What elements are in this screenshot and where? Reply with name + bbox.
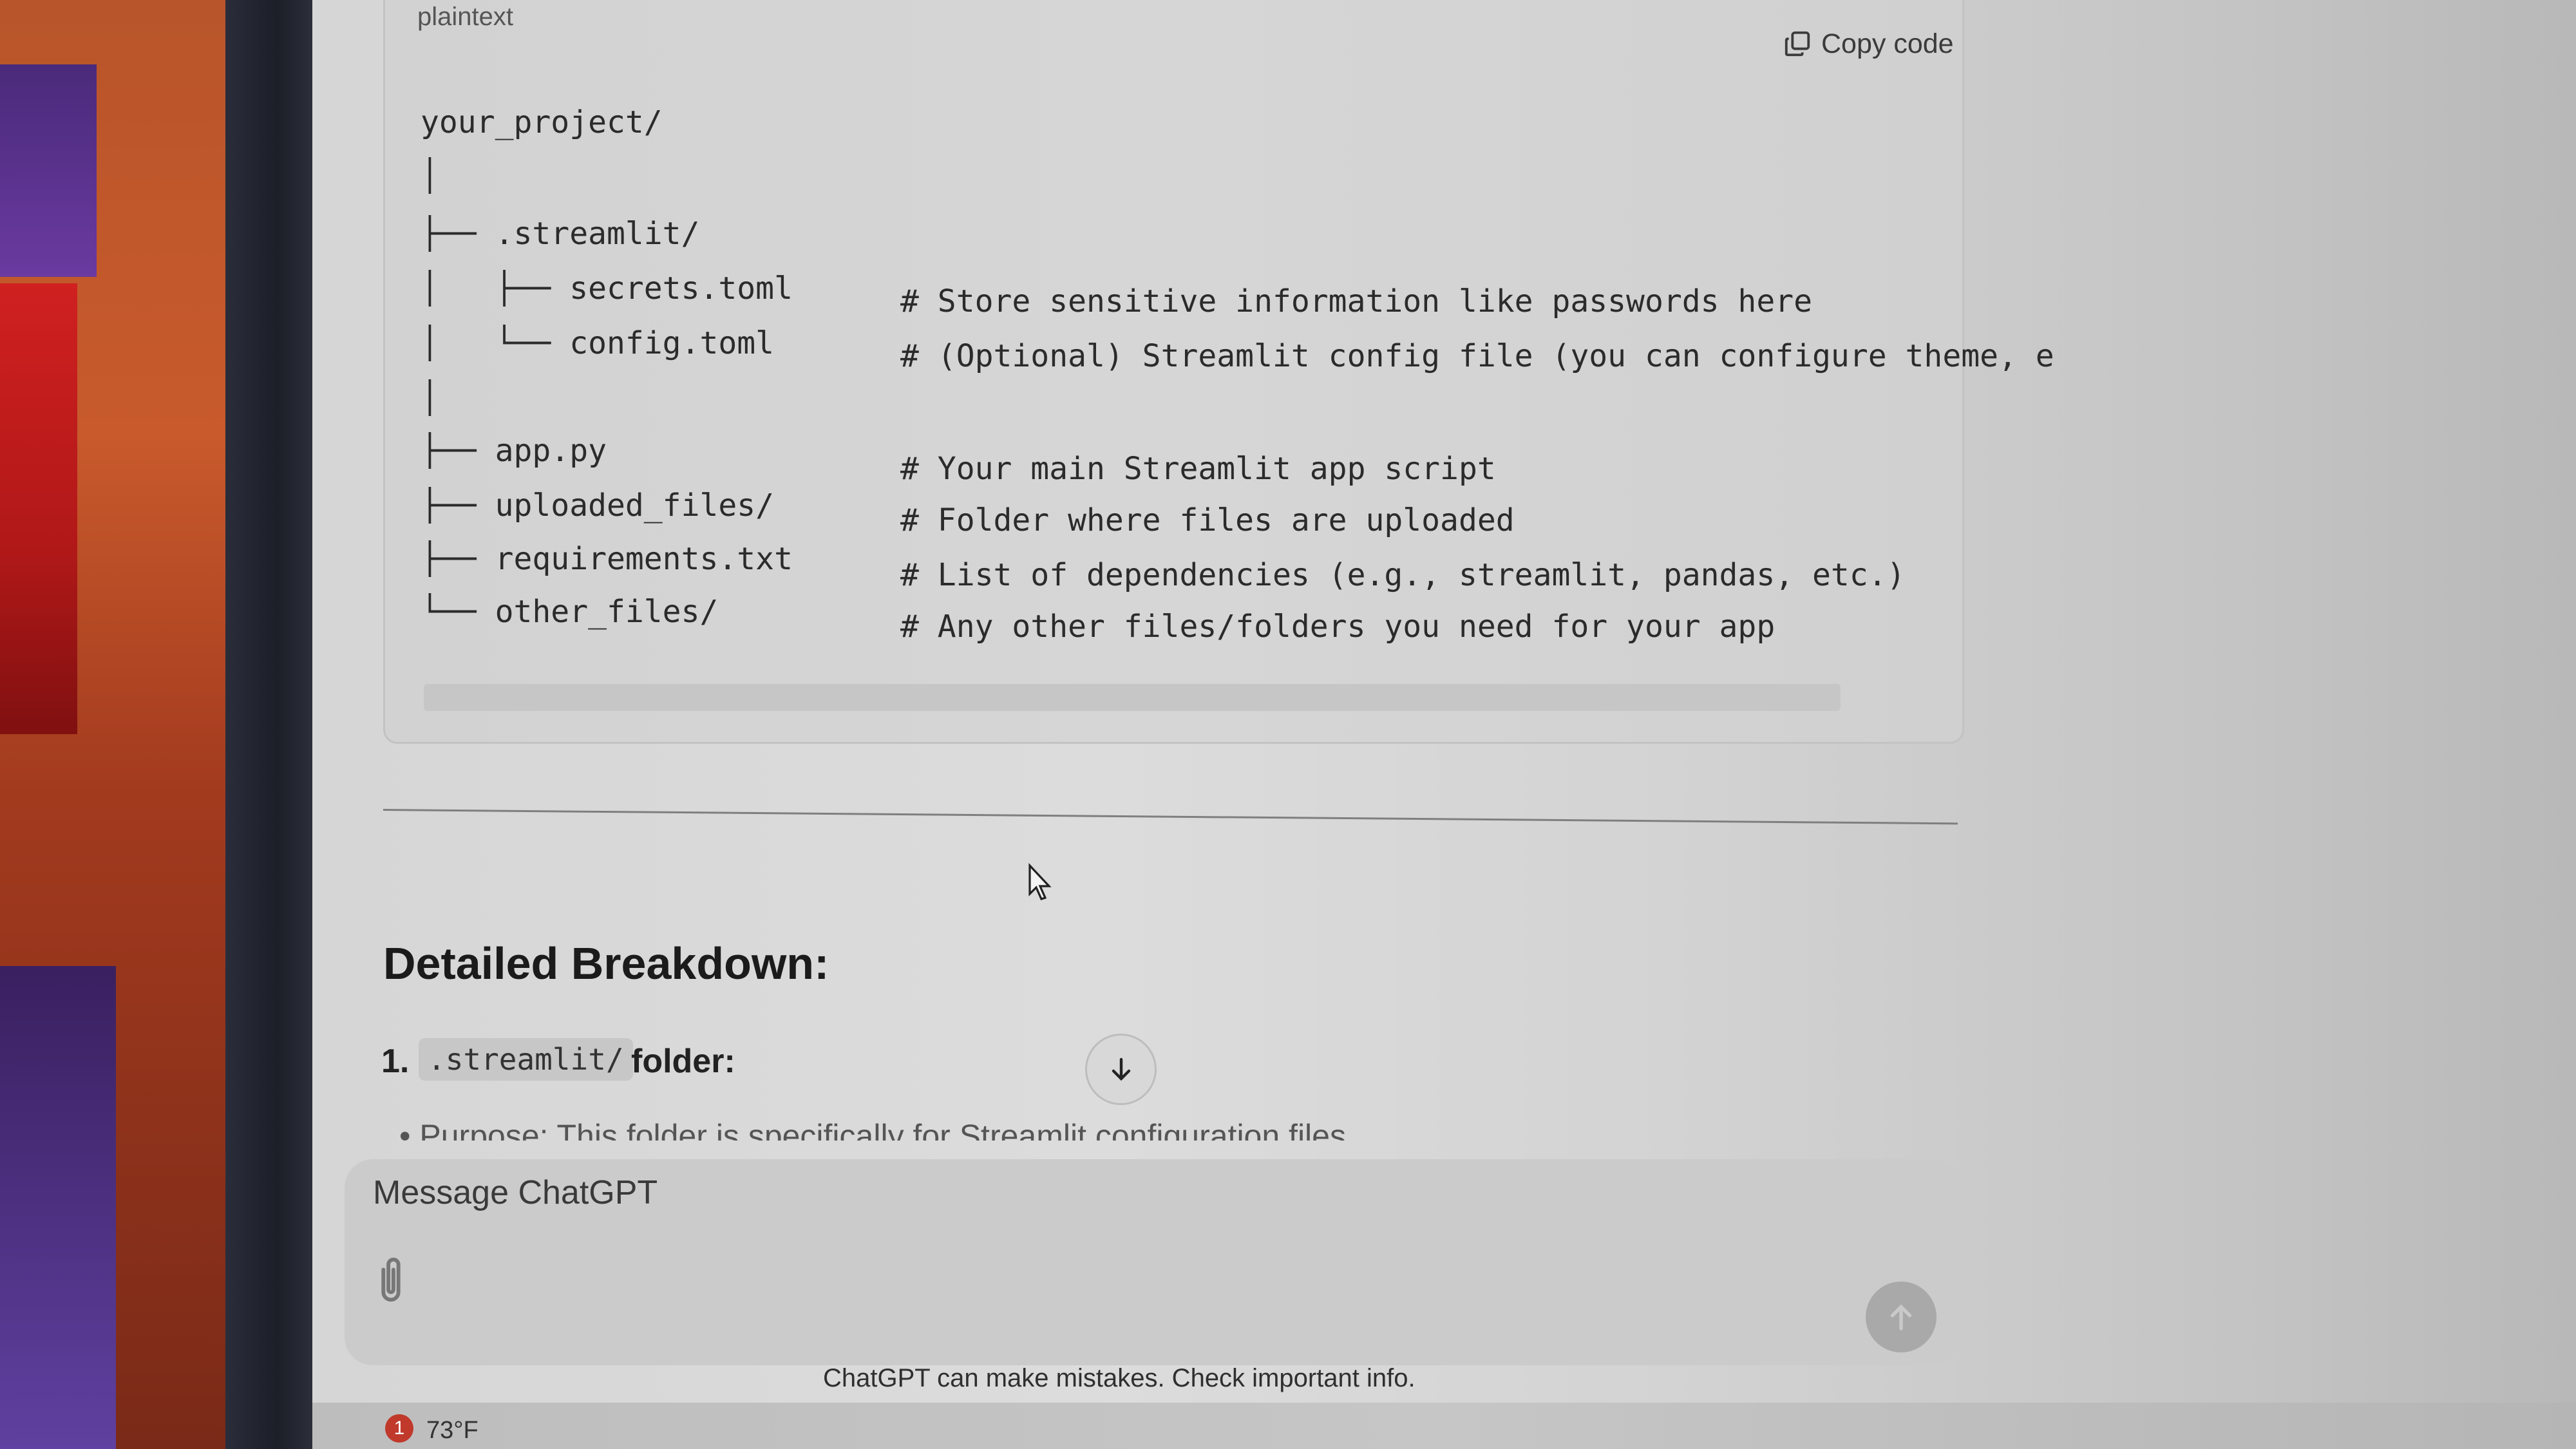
- copy-icon: [1785, 31, 1810, 57]
- code-line: ├── uploaded_files/: [421, 488, 775, 524]
- notification-badge[interactable]: 1: [385, 1414, 413, 1443]
- background-book-stripe: [0, 64, 97, 277]
- monitor-bezel: [225, 0, 312, 1449]
- background-book-bottom: [0, 966, 116, 1449]
- section-heading: Detailed Breakdown:: [383, 938, 829, 989]
- arrow-up-icon: [1890, 1304, 1912, 1331]
- code-language-label: plaintext: [417, 3, 513, 31]
- code-line: ├── requirements.txt: [421, 541, 793, 577]
- code-comment: # Your main Streamlit app script: [900, 451, 1496, 487]
- send-button[interactable]: [1866, 1282, 1937, 1352]
- code-comment: # (Optional) Streamlit config file (you …: [900, 338, 2054, 374]
- code-comment: # Store sensitive information like passw…: [900, 283, 1813, 319]
- arrow-down-icon: [1112, 1057, 1130, 1081]
- code-line: │: [421, 380, 439, 416]
- code-comment: # List of dependencies (e.g., streamlit,…: [900, 557, 1906, 593]
- list-number: 1.: [381, 1043, 410, 1080]
- taskbar: [312, 1403, 2576, 1449]
- code-line: │: [421, 158, 439, 194]
- code-line: your_project/: [421, 104, 663, 140]
- inline-code: .streamlit/: [419, 1038, 633, 1081]
- message-input[interactable]: [372, 1170, 1662, 1216]
- code-line: └── other_files/: [421, 594, 719, 630]
- code-line: │ ├── secrets.toml: [421, 270, 793, 307]
- mouse-pointer-icon: [1028, 863, 1052, 900]
- code-block: plaintext Copy code your_project/ │ ├── …: [383, 0, 2054, 744]
- message-composer: [345, 1159, 1961, 1365]
- scroll-to-bottom-button[interactable]: [1085, 1034, 1157, 1105]
- code-line: ├── .streamlit/: [421, 216, 700, 252]
- weather-widget[interactable]: 73°F: [426, 1417, 478, 1444]
- disclaimer-text: ChatGPT can make mistakes. Check importa…: [823, 1364, 1416, 1392]
- paperclip-icon[interactable]: [375, 1255, 406, 1305]
- code-line: ├── app.py: [421, 433, 607, 469]
- partially-hidden-text: • Purpose: This folder is specifically f…: [399, 1118, 1346, 1141]
- code-comment: # Folder where files are uploaded: [900, 502, 1515, 538]
- code-horizontal-scrollbar[interactable]: [424, 684, 1841, 711]
- list-item-text: folder:: [631, 1043, 735, 1080]
- copy-code-label: Copy code: [1821, 28, 1954, 59]
- copy-code-button[interactable]: Copy code: [1783, 24, 1954, 63]
- code-comment: # Any other files/folders you need for y…: [900, 609, 1776, 645]
- code-line: │ └── config.toml: [421, 325, 775, 361]
- background-book-spine: [0, 283, 77, 734]
